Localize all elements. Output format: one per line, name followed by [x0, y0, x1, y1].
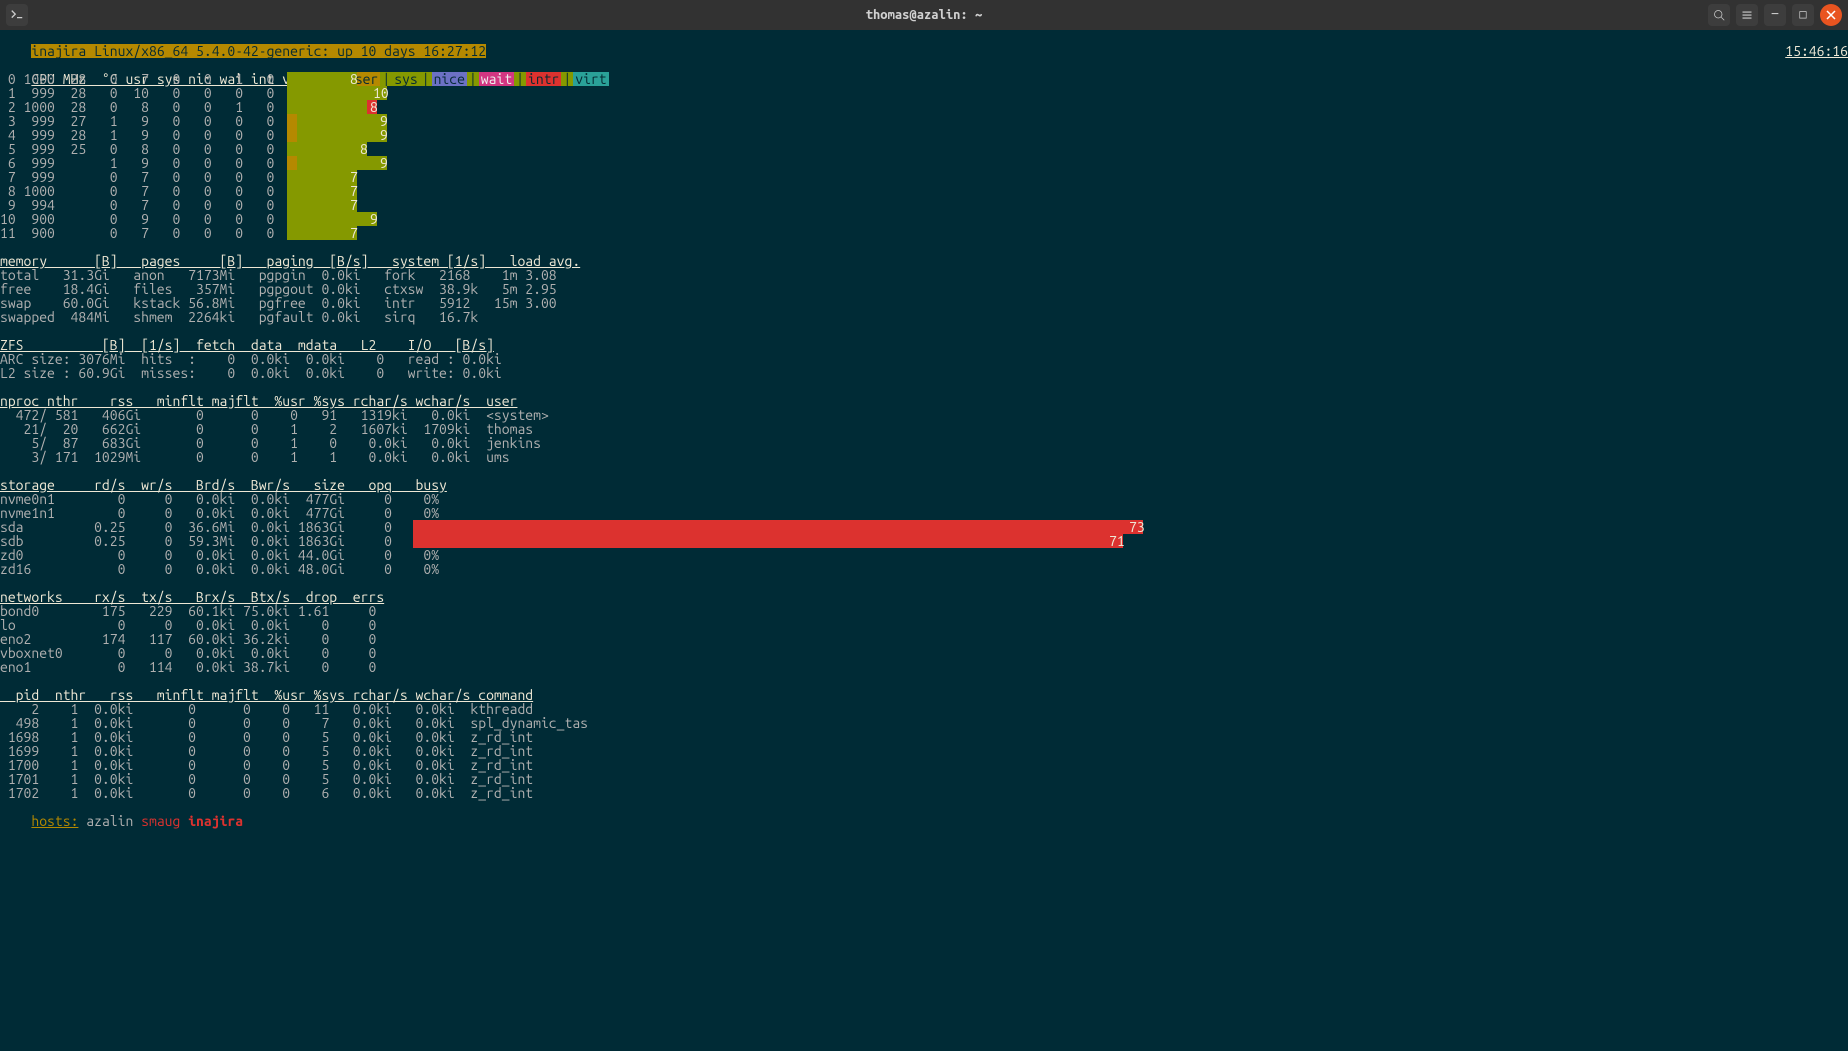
title-bar: thomas@azalin: ~ ─ □ — [0, 0, 1848, 30]
storage-row: nvme1n1 0 0 0.0ki 0.0ki 477Gi 0 0% — [0, 506, 1848, 520]
window-title: thomas@azalin: ~ — [0, 8, 1848, 22]
net-row: lo 0 0 0.0ki 0.0ki 0 0 — [0, 618, 1848, 632]
net-block: bond0 175 229 60.1ki 75.0ki 1.61 0lo 0 0… — [0, 604, 1848, 674]
storage-row: sda 0.25 0 36.6Mi 0.0ki 1863Gi 0 73% 73 — [0, 520, 1848, 534]
proc-row: 472/ 581 406Gi 0 0 0 91 1319ki 0.0ki <sy… — [0, 408, 1848, 422]
pid-block: 2 1 0.0ki 0 0 0 11 0.0ki 0.0ki kthreadd … — [0, 702, 1848, 800]
terminal-body[interactable]: inajira Linux/x86_64 5.4.0-42-generic: u… — [0, 30, 1848, 1051]
storage-row: nvme0n1 0 0 0.0ki 0.0ki 477Gi 0 0% — [0, 492, 1848, 506]
net-row: bond0 175 229 60.1ki 75.0ki 1.61 0 — [0, 604, 1848, 618]
storage-block: nvme0n1 0 0 0.0ki 0.0ki 477Gi 0 0% nvme1… — [0, 492, 1848, 576]
memory-row: swapped 484Mi shmem 2264ki pgfault 0.0ki… — [0, 310, 1848, 324]
cpu-row: 6 999 1 9 0 0 0 0 91 9 — [0, 156, 1848, 170]
zfs-row: L2 size : 60.9Gi misses: 0 0.0ki 0.0ki 0… — [0, 366, 1848, 380]
zfs-block: ARC size: 3076Mi hits : 0 0.0ki 0.0ki 0 … — [0, 352, 1848, 380]
cpu-row: 1 999 28 0 10 0 0 0 0 90 10 — [0, 86, 1848, 100]
cpu-row: 9 994 0 7 0 0 0 0 93 7 — [0, 198, 1848, 212]
net-row: vboxnet0 0 0 0.0ki 0.0ki 0 0 — [0, 646, 1848, 660]
cpu-row: 4 999 28 1 9 0 0 0 0 90 9 — [0, 128, 1848, 142]
cpu-row: 11 900 0 7 0 0 0 0 93 7 — [0, 226, 1848, 240]
minimize-button[interactable]: ─ — [1764, 4, 1786, 26]
proc-row: 5/ 87 683Gi 0 0 1 0 0.0ki 0.0ki jenkins — [0, 436, 1848, 450]
pid-row: 1698 1 0.0ki 0 0 0 5 0.0ki 0.0ki z_rd_in… — [0, 730, 1848, 744]
pid-header: pid nthr rss minflt majflt %usr %sys rch… — [0, 688, 1848, 702]
pid-row: 1699 1 0.0ki 0 0 0 5 0.0ki 0.0ki z_rd_in… — [0, 744, 1848, 758]
storage-row: sdb 0.25 0 59.3Mi 0.0ki 1863Gi 0 71% 71 — [0, 534, 1848, 548]
pid-row: 1702 1 0.0ki 0 0 0 6 0.0ki 0.0ki z_rd_in… — [0, 786, 1848, 800]
search-icon[interactable] — [1708, 4, 1730, 26]
pid-row: 2 1 0.0ki 0 0 0 11 0.0ki 0.0ki kthreadd — [0, 702, 1848, 716]
cpu-row: 8 1000 0 7 0 0 0 0 93 7 — [0, 184, 1848, 198]
zfs-header: ZFS [B] [1/s] fetch data mdata L2 I/O [B… — [0, 338, 1848, 352]
pid-row: 1700 1 0.0ki 0 0 0 5 0.0ki 0.0ki z_rd_in… — [0, 758, 1848, 772]
terminal-icon[interactable] — [6, 4, 28, 26]
hamburger-icon[interactable] — [1736, 4, 1758, 26]
memory-row: total 31.3Gi anon 7173Mi pgpgin 0.0ki fo… — [0, 268, 1848, 282]
storage-row: zd0 0 0 0.0ki 0.0ki 44.0Gi 0 0% — [0, 548, 1848, 562]
storage-header: storage rd/s wr/s Brd/s Bwr/s size opq b… — [0, 478, 1848, 492]
cpu-block: 0 1000 28 0 7 0 0 1 0 92 8 1 999 28 0 10… — [0, 72, 1848, 240]
host-header: inajira Linux/x86_64 5.4.0-42-generic: u… — [0, 30, 1848, 44]
cpu-row: 7 999 0 7 0 0 0 0 93 7 — [0, 170, 1848, 184]
proc-block: 472/ 581 406Gi 0 0 0 91 1319ki 0.0ki <sy… — [0, 408, 1848, 464]
net-header: networks rx/s tx/s Brx/s Btx/s drop errs — [0, 590, 1848, 604]
cpu-row: 5 999 25 0 8 0 0 0 0 92 8 — [0, 142, 1848, 156]
pid-row: 498 1 0.0ki 0 0 0 7 0.0ki 0.0ki spl_dyna… — [0, 716, 1848, 730]
memory-row: swap 60.0Gi kstack 56.8Mi pgfree 0.0ki i… — [0, 296, 1848, 310]
net-row: eno1 0 114 0.0ki 38.7ki 0 0 — [0, 660, 1848, 674]
clock: 15:46:16 — [1785, 44, 1848, 58]
memory-block: total 31.3Gi anon 7173Mi pgpgin 0.0ki fo… — [0, 268, 1848, 324]
proc-header: nproc nthr rss minflt majflt %usr %sys r… — [0, 394, 1848, 408]
storage-row: zd16 0 0 0.0ki 0.0ki 48.0Gi 0 0% — [0, 562, 1848, 576]
cpu-row: 0 1000 28 0 7 0 0 1 0 92 8 — [0, 72, 1848, 86]
memory-header: memory [B] pages [B] paging [B/s] system… — [0, 254, 1848, 268]
cpu-row: 3 999 27 1 9 0 0 0 0 90 9 — [0, 114, 1848, 128]
net-row: eno2 174 117 60.0ki 36.2ki 0 0 — [0, 632, 1848, 646]
hosts-line: hosts: azalin smaug inajira — [0, 800, 1848, 814]
cpu-header: CPU MHz °C usr sys nic wai int vir idl u… — [0, 58, 1848, 72]
maximize-button[interactable]: □ — [1792, 4, 1814, 26]
close-button[interactable] — [1820, 4, 1842, 26]
proc-row: 3/ 171 1029Mi 0 0 1 1 0.0ki 0.0ki ums — [0, 450, 1848, 464]
cpu-row: 10 900 0 9 0 0 0 0 91 9 — [0, 212, 1848, 226]
memory-row: free 18.4Gi files 357Mi pgpgout 0.0ki ct… — [0, 282, 1848, 296]
pid-row: 1701 1 0.0ki 0 0 0 5 0.0ki 0.0ki z_rd_in… — [0, 772, 1848, 786]
zfs-row: ARC size: 3076Mi hits : 0 0.0ki 0.0ki 0 … — [0, 352, 1848, 366]
cpu-row: 2 1000 28 0 8 0 0 1 0 91 8 — [0, 100, 1848, 114]
proc-row: 21/ 20 662Gi 0 0 1 2 1607ki 1709ki thoma… — [0, 422, 1848, 436]
